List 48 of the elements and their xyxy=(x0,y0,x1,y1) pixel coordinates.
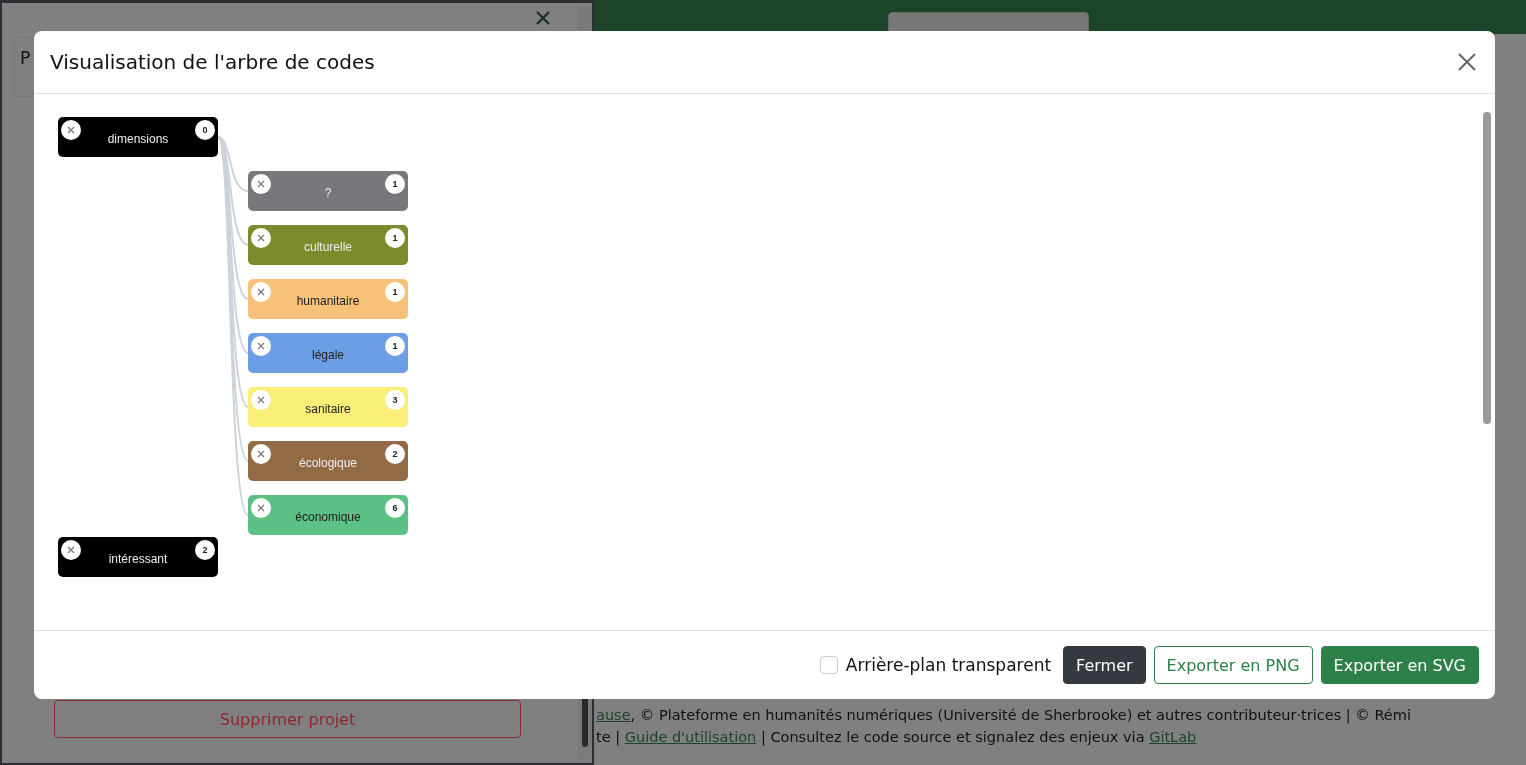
count-badge: 0 xyxy=(195,120,215,140)
cross-icon xyxy=(257,180,265,188)
code-node[interactable]: économique 6 xyxy=(248,495,408,535)
code-label: sanitaire xyxy=(305,402,351,416)
cross-icon xyxy=(257,450,265,458)
code-label: écologique xyxy=(298,456,358,470)
cross-icon xyxy=(257,504,265,512)
code-label: intéressant xyxy=(108,552,168,566)
count-badge: 1 xyxy=(385,282,405,302)
code-node[interactable]: dimensions 0 xyxy=(58,117,218,157)
checkbox-label: Arrière-plan transparent xyxy=(845,655,1052,675)
count-badge: 2 xyxy=(385,444,405,464)
checkbox[interactable] xyxy=(819,656,838,674)
code-label: humanitaire xyxy=(296,294,360,308)
code-node[interactable]: humanitaire 1 xyxy=(248,279,408,319)
code-node[interactable]: intéressant 2 xyxy=(58,537,218,577)
cross-icon xyxy=(67,546,75,554)
count-badge: 1 xyxy=(385,174,405,194)
footer-line: ause, © Plateforme en humanités numériques (Université de Sherbrooke) et autres contributeur·trices | © Rémi xyxy=(596,706,1411,726)
dialog-button[interactable]: Fermer xyxy=(1063,646,1146,684)
cross-icon xyxy=(67,126,75,134)
code-label: économique xyxy=(295,510,361,524)
count-badge: 2 xyxy=(195,540,215,560)
cross-icon xyxy=(257,288,265,296)
scrollbar-thumb[interactable] xyxy=(1483,112,1491,424)
code-label: ? xyxy=(324,186,332,200)
code-label: culturelle xyxy=(304,240,352,254)
code-label: dimensions xyxy=(107,132,169,146)
dialog-button[interactable]: Exporter en SVG xyxy=(1320,646,1479,684)
code-node[interactable]: ? 1 xyxy=(248,171,408,211)
cross-icon xyxy=(257,234,265,242)
code-node[interactable]: écologique 2 xyxy=(248,441,408,481)
dialog-button[interactable]: Exporter en PNG xyxy=(1153,646,1313,684)
remove-button[interactable] xyxy=(61,540,81,560)
code-node[interactable]: légale 1 xyxy=(248,333,408,373)
cross-icon xyxy=(257,342,265,350)
code-node[interactable]: culturelle 1 xyxy=(248,225,408,265)
code-label: légale xyxy=(312,348,344,362)
footer-line: te | Guide d'utilisation | Consultez le code source et signalez des enjeux via GitLab xyxy=(596,728,1198,748)
count-badge: 3 xyxy=(385,390,405,410)
count-badge: 1 xyxy=(385,336,405,356)
code-node[interactable]: sanitaire 3 xyxy=(248,387,408,427)
count-badge: 6 xyxy=(385,498,405,518)
count-badge: 1 xyxy=(385,228,405,248)
cross-icon xyxy=(257,396,265,404)
close-icon[interactable] xyxy=(534,9,552,27)
remove-button[interactable] xyxy=(61,120,81,140)
modal-title: Visualisation de l'arbre de codes xyxy=(50,50,375,74)
